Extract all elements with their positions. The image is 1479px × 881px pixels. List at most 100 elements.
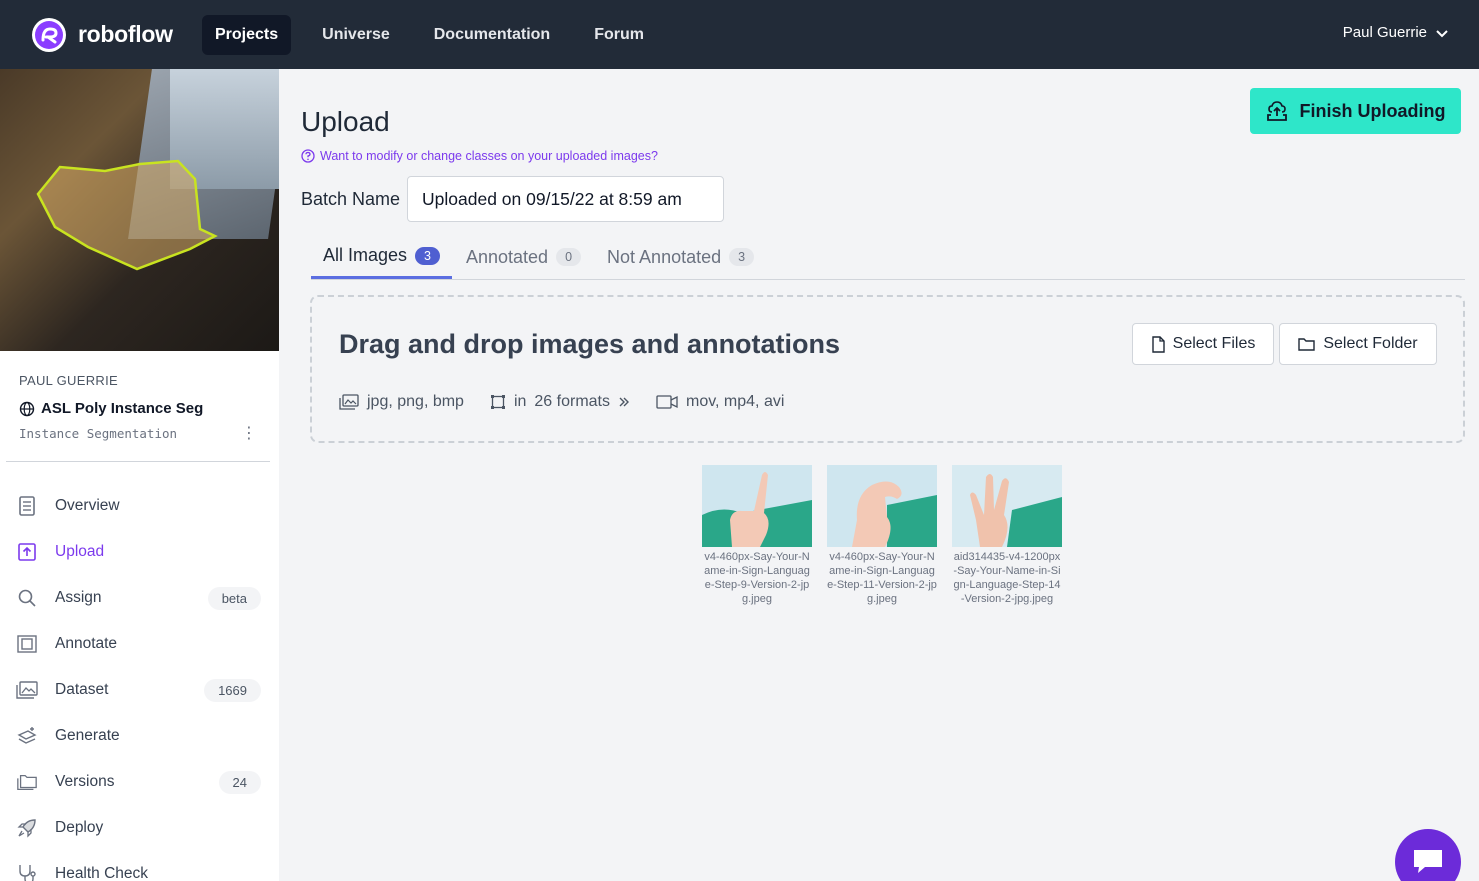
thumbnail-filename: aid314435-v4-1200px-Say-Your-Name-in-Sig…	[953, 551, 1061, 605]
sidebar-item-versions[interactable]: Versions 24	[0, 759, 279, 805]
image-formats: jpg, png, bmp	[367, 393, 464, 410]
roboflow-logo[interactable]: roboflow	[32, 17, 202, 52]
sidebar-item-overview[interactable]: Overview	[0, 483, 279, 529]
polygon-annotation	[36, 159, 218, 271]
sidebar-item-label: Generate	[55, 727, 120, 744]
upload-icon	[16, 541, 38, 563]
tab-not-annotated[interactable]: Not Annotated 3	[595, 235, 766, 279]
top-nav: roboflow Projects Universe Documentation…	[0, 0, 1479, 69]
sidebar-item-label: Deploy	[55, 819, 104, 836]
cloud-upload-icon	[1266, 101, 1287, 121]
sidebar-item-label: Health Check	[55, 865, 149, 881]
stethoscope-icon	[16, 863, 38, 881]
image-tabs: All Images 3 Annotated 0 Not Annotated 3	[311, 235, 1465, 280]
video-icon	[656, 395, 678, 409]
sidebar-item-annotate[interactable]: Annotate	[0, 621, 279, 667]
batch-name-label: Batch Name	[301, 189, 401, 209]
tab-count-badge: 3	[729, 248, 755, 266]
sidebar-item-deploy[interactable]: Deploy	[0, 805, 279, 851]
logo-mark-icon	[32, 17, 66, 52]
tab-label: Annotated	[466, 246, 549, 267]
kebab-menu-icon[interactable]: ⋮	[241, 423, 257, 443]
thumbnail-image	[702, 465, 812, 547]
chevron-down-icon	[1436, 29, 1448, 37]
sidebar-item-generate[interactable]: Generate	[0, 713, 279, 759]
sidebar-item-label: Dataset	[55, 681, 109, 698]
logo-text: roboflow	[78, 21, 173, 47]
project-cover-image[interactable]	[0, 69, 279, 351]
images-icon	[16, 679, 38, 701]
tab-label: Not Annotated	[607, 246, 722, 267]
search-icon	[16, 587, 38, 609]
main-content: Upload Want to modify or change classes …	[279, 69, 1479, 881]
beta-badge: beta	[207, 587, 261, 610]
nav-universe[interactable]: Universe	[309, 15, 403, 55]
dropzone-title: Drag and drop images and annotations	[339, 329, 841, 359]
sidebar-divider	[6, 461, 270, 462]
annotation-formats-link[interactable]: 26 formats	[534, 393, 610, 411]
sidebar-menu: Overview Upload Assign beta Annotate Dat…	[0, 483, 279, 881]
sidebar-item-upload[interactable]: Upload	[0, 529, 279, 575]
modify-classes-link[interactable]: Want to modify or change classes on your…	[301, 149, 658, 163]
project-name-label: ASL Poly Instance Seg	[41, 400, 204, 417]
upload-dropzone[interactable]: Drag and drop images and annotations jpg…	[310, 295, 1465, 443]
project-meta: PAUL GUERRIE ASL Poly Instance Seg Insta…	[0, 351, 279, 443]
thumbnail-filename: v4-460px-Say-Your-Name-in-Sign-Language-…	[827, 551, 937, 605]
thumbnail-item[interactable]: aid314435-v4-1200px-Say-Your-Name-in-Sig…	[952, 465, 1062, 606]
sidebar-item-health-check[interactable]: Health Check	[0, 851, 279, 881]
select-files-label: Select Files	[1172, 335, 1256, 352]
select-files-button[interactable]: Select Files	[1132, 323, 1274, 365]
folders-icon	[16, 771, 38, 793]
globe-icon	[19, 401, 35, 416]
finish-uploading-label: Finish Uploading	[1299, 100, 1446, 121]
page-title: Upload	[301, 106, 390, 137]
annotation-formats-prefix: in	[513, 393, 527, 410]
select-folder-button[interactable]: Select Folder	[1279, 323, 1437, 365]
tab-annotated[interactable]: Annotated 0	[454, 235, 593, 279]
user-name: Paul Guerrie	[1342, 24, 1427, 41]
chat-icon	[1414, 850, 1442, 873]
file-icon	[1151, 335, 1165, 353]
tab-count-badge: 0	[556, 248, 582, 266]
sidebar-item-label: Versions	[55, 773, 115, 790]
batch-name-input[interactable]	[407, 176, 724, 222]
thumbnail-image	[827, 465, 937, 547]
chevrons-right-icon	[619, 397, 629, 407]
nav-forum[interactable]: Forum	[581, 15, 657, 55]
bounding-box-icon	[490, 395, 505, 409]
nav-documentation[interactable]: Documentation	[421, 15, 563, 55]
versions-count-badge: 24	[218, 771, 261, 794]
generate-icon	[16, 725, 38, 747]
sidebar: PAUL GUERRIE ASL Poly Instance Seg Insta…	[0, 69, 279, 881]
thumbnail-filename: v4-460px-Say-Your-Name-in-Sign-Language-…	[704, 551, 810, 605]
uploaded-thumbnails: v4-460px-Say-Your-Name-in-Sign-Language-…	[702, 465, 1062, 606]
select-folder-label: Select Folder	[1323, 335, 1418, 352]
sidebar-item-label: Upload	[55, 543, 105, 560]
thumbnail-item[interactable]: v4-460px-Say-Your-Name-in-Sign-Language-…	[702, 465, 812, 606]
folder-icon	[1298, 338, 1316, 351]
project-name[interactable]: ASL Poly Instance Seg	[19, 400, 260, 417]
sidebar-item-dataset[interactable]: Dataset 1669	[0, 667, 279, 713]
rocket-icon	[16, 817, 38, 839]
user-menu[interactable]: Paul Guerrie	[1343, 24, 1449, 41]
tab-all-images[interactable]: All Images 3	[311, 235, 452, 279]
project-owner: PAUL GUERRIE	[19, 373, 118, 388]
supported-formats: jpg, png, bmp in 26 formats mov, mp4, av…	[339, 393, 784, 411]
images-icon	[339, 394, 359, 410]
tab-count-badge: 3	[415, 246, 440, 265]
document-icon	[16, 495, 38, 517]
annotate-icon	[16, 633, 38, 655]
tab-label: All Images	[323, 245, 408, 265]
project-type: Instance Segmentation	[19, 426, 178, 441]
finish-uploading-button[interactable]: Finish Uploading	[1250, 88, 1461, 134]
nav-projects[interactable]: Projects	[202, 14, 292, 55]
dataset-count-badge: 1669	[204, 679, 261, 702]
sidebar-item-assign[interactable]: Assign beta	[0, 575, 279, 621]
help-link-text: Want to modify or change classes on your…	[320, 149, 658, 163]
help-circle-icon	[301, 149, 315, 163]
sidebar-item-label: Overview	[55, 497, 120, 514]
video-formats: mov, mp4, avi	[686, 393, 785, 410]
thumbnail-item[interactable]: v4-460px-Say-Your-Name-in-Sign-Language-…	[827, 465, 937, 606]
sidebar-item-label: Assign	[55, 589, 102, 606]
sidebar-item-label: Annotate	[55, 635, 118, 652]
